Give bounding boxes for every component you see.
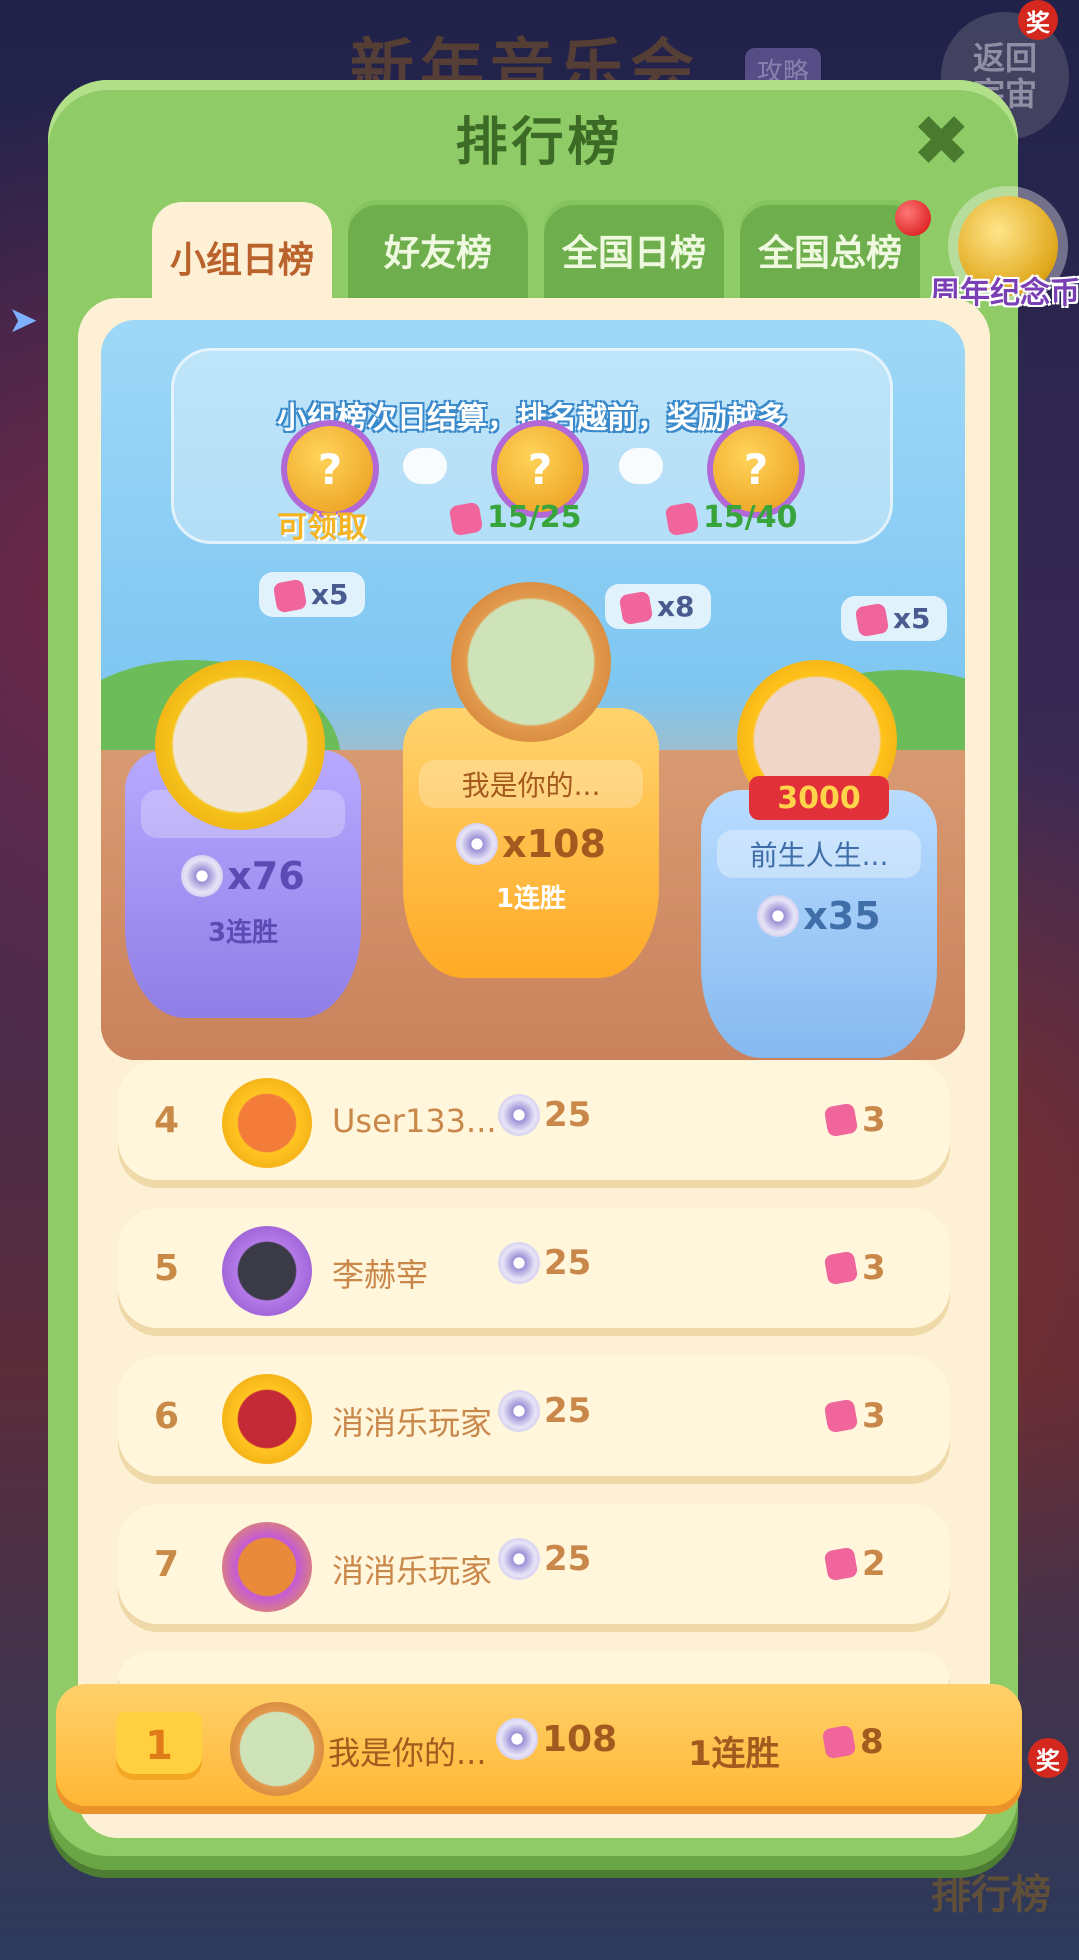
gem-icon: [854, 602, 890, 638]
player-name: 消消乐玩家: [332, 1404, 493, 1442]
avatar: [222, 1226, 312, 1316]
left-arrow-icon: ➤: [8, 300, 39, 341]
notification-dot: [895, 200, 931, 236]
podium-first[interactable]: 我是你的... x108 1连胜: [403, 708, 659, 978]
gem-icon: [448, 501, 484, 536]
reward-tag-bottom: 奖: [1028, 1738, 1068, 1778]
gem-icon: [823, 1250, 859, 1286]
tab-group-daily[interactable]: 小组日榜: [152, 202, 332, 312]
gem-count: 3: [823, 1396, 886, 1436]
tab-national-daily[interactable]: 全国日榜: [544, 200, 724, 300]
box-3-progress: 15/40: [664, 500, 797, 536]
gem-count: 2: [823, 1544, 886, 1584]
close-icon[interactable]: ✖: [912, 106, 971, 176]
sheep-avatar: [155, 660, 325, 830]
avatar: [222, 1522, 312, 1612]
podium-third-score: x35: [701, 894, 937, 938]
my-rank-number: 1: [145, 1723, 173, 1769]
box-1-status: 可领取: [277, 510, 367, 545]
podium-third-bonus: x5: [841, 596, 947, 641]
podium-first-score: x108: [403, 822, 659, 866]
gem-icon: [618, 590, 654, 626]
chevron-right-icon: [619, 448, 663, 484]
avatar: [222, 1374, 312, 1464]
my-rank-bar[interactable]: 1 我是你的... 108 1连胜 8: [56, 1684, 1022, 1814]
podium-first-streak: 1连胜: [495, 884, 567, 914]
disc-icon: [456, 823, 499, 865]
podium-third-name: 前生人生...: [717, 830, 921, 878]
gem-count: 3: [823, 1100, 886, 1140]
gem-icon: [272, 578, 308, 614]
disc-icon: [498, 1538, 540, 1580]
my-gem-count: 8: [821, 1722, 884, 1762]
rank-number: 6: [154, 1396, 180, 1437]
podium-second-score: x76: [125, 854, 361, 898]
rank-number: 5: [154, 1248, 180, 1289]
disc-icon: [496, 1718, 538, 1760]
podium-second-bonus: x5: [259, 572, 365, 617]
table-row[interactable]: 6 消消乐玩家 25 3: [118, 1356, 950, 1484]
avatar: [230, 1702, 324, 1796]
table-row[interactable]: 7 消消乐玩家 25 2: [118, 1504, 950, 1632]
podium-first-bonus: x8: [605, 584, 711, 629]
podium-stage: 小组榜次日结算，排名越前，奖励越多 ? ? ? 可领取 15/25 15/40 …: [101, 320, 965, 1060]
background-rank-label: 排行榜: [931, 1872, 1051, 1918]
podium-third[interactable]: 前生人生... x35: [701, 790, 937, 1058]
rank-number: 7: [154, 1544, 180, 1585]
player-name: 李赫宰: [332, 1256, 429, 1294]
table-row[interactable]: 5 李赫宰 25 3: [118, 1208, 950, 1336]
podium-second-streak: 3连胜: [207, 918, 279, 948]
rank-number: 4: [154, 1100, 180, 1141]
gem-count: 3: [823, 1248, 886, 1288]
podium-first-name: 我是你的...: [419, 760, 643, 808]
crown-icon: 1: [116, 1712, 202, 1780]
table-row[interactable]: 4 User133... 25 3: [118, 1060, 950, 1188]
box-mark: ?: [743, 444, 769, 494]
my-score: 108: [496, 1718, 617, 1760]
disc-icon: [498, 1390, 540, 1432]
tab-friends[interactable]: 好友榜: [348, 200, 528, 300]
my-name: 我是你的...: [328, 1734, 487, 1772]
box-mark: ?: [527, 444, 553, 494]
player-name: 消消乐玩家: [332, 1552, 493, 1590]
score: 25: [498, 1390, 591, 1432]
disc-icon: [498, 1094, 540, 1136]
gem-icon: [823, 1102, 859, 1138]
disc-icon: [498, 1242, 540, 1284]
gem-icon: [823, 1546, 859, 1582]
box-2-progress: 15/25: [448, 500, 581, 536]
user-photo-avatar: [451, 582, 611, 742]
gem-icon: [823, 1398, 859, 1434]
player-name: User133...: [332, 1102, 497, 1140]
tab-national-total[interactable]: 全国总榜: [740, 200, 920, 300]
reward-tag: 奖: [1018, 0, 1058, 40]
disc-icon: [181, 855, 224, 897]
chevron-right-icon: [403, 448, 447, 484]
my-streak: 1连胜: [688, 1734, 780, 1774]
disc-icon: [757, 895, 800, 937]
gem-icon: [664, 501, 700, 536]
podium-third-badge: 3000: [749, 776, 889, 820]
box-mark: ?: [317, 444, 343, 494]
avatar: [222, 1078, 312, 1168]
score: 25: [498, 1242, 591, 1284]
gem-icon: [821, 1724, 857, 1760]
score: 25: [498, 1094, 591, 1136]
score: 25: [498, 1538, 591, 1580]
